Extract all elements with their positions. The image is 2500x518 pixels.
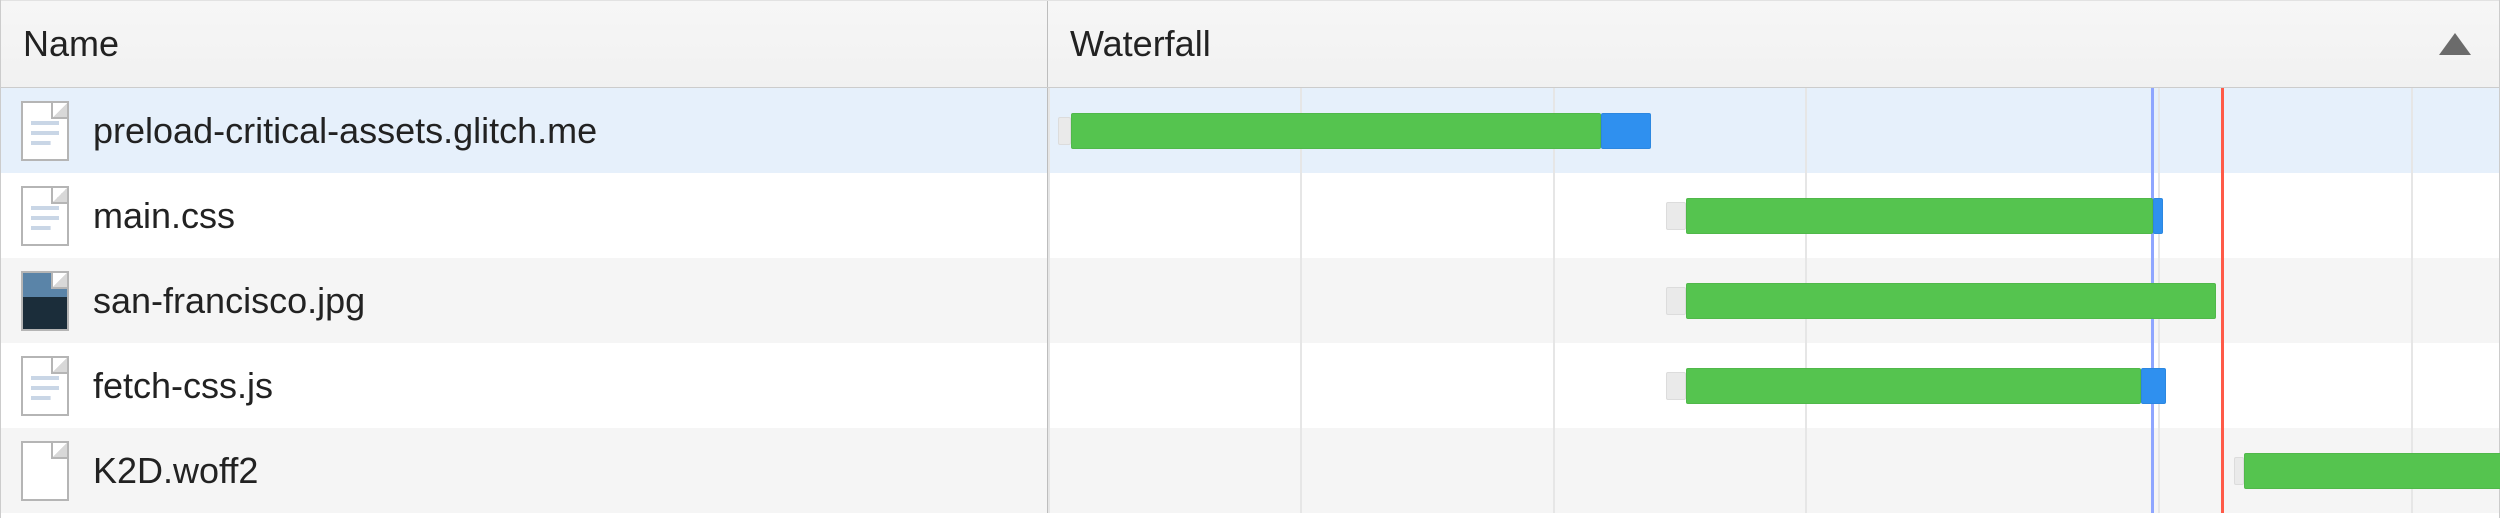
cell-name: fetch-css.js	[1, 343, 1048, 428]
timing-bar-download[interactable]	[1686, 283, 2216, 319]
request-row[interactable]: san-francisco.jpg	[1, 258, 2499, 343]
timing-bar-waiting[interactable]	[1058, 117, 1071, 145]
domcontentloaded-marker	[2151, 88, 2154, 173]
load-marker	[2221, 258, 2224, 343]
request-row[interactable]: K2D.woff2	[1, 428, 2499, 513]
gridline	[1805, 428, 1807, 513]
sort-ascending-icon	[2439, 33, 2471, 55]
gridline	[1300, 343, 1302, 428]
gridline	[1300, 258, 1302, 343]
request-name: san-francisco.jpg	[93, 280, 365, 322]
timing-bar-download[interactable]	[1686, 368, 2140, 404]
timing-bar-content[interactable]	[1601, 113, 1651, 149]
request-name: fetch-css.js	[93, 365, 273, 407]
cell-waterfall	[1048, 173, 2499, 258]
network-panel: Name Waterfall preload-critical-assets.g…	[0, 0, 2500, 518]
column-header-waterfall-label: Waterfall	[1070, 23, 1211, 65]
gridline	[2411, 258, 2413, 343]
timing-bar-download[interactable]	[1071, 113, 1601, 149]
gridline	[2411, 343, 2413, 428]
gridline	[1048, 258, 1050, 343]
timing-bar-waiting[interactable]	[1666, 287, 1686, 315]
gridline	[1553, 428, 1555, 513]
timing-bar-waiting[interactable]	[1666, 202, 1686, 230]
column-header-name[interactable]: Name	[1, 1, 1048, 87]
gridline	[1553, 258, 1555, 343]
column-header-waterfall[interactable]: Waterfall	[1048, 1, 2499, 87]
request-row[interactable]: fetch-css.js	[1, 343, 2499, 428]
cell-waterfall	[1048, 88, 2499, 173]
cell-waterfall	[1048, 258, 2499, 343]
gridline	[1048, 428, 1050, 513]
gridline	[1048, 173, 1050, 258]
cell-name: preload-critical-assets.glitch.me	[1, 88, 1048, 173]
table-header: Name Waterfall	[1, 0, 2499, 88]
request-name: main.css	[93, 195, 235, 237]
waterfall-track	[1048, 428, 2499, 513]
request-row[interactable]: main.css	[1, 173, 2499, 258]
timing-bar-download[interactable]	[2244, 453, 2500, 489]
gridline	[1048, 88, 1050, 173]
gridline	[1300, 428, 1302, 513]
request-name: K2D.woff2	[93, 450, 258, 492]
timing-bar-content[interactable]	[2141, 368, 2166, 404]
waterfall-track	[1048, 88, 2499, 173]
document-file-icon	[21, 101, 69, 161]
timing-bar-waiting[interactable]	[2234, 457, 2244, 485]
cell-name: main.css	[1, 173, 1048, 258]
timing-bar-content[interactable]	[2153, 198, 2163, 234]
waterfall-track	[1048, 343, 2499, 428]
gridline	[2411, 173, 2413, 258]
domcontentloaded-marker	[2151, 428, 2154, 513]
gridline	[1048, 343, 1050, 428]
gridline	[1805, 88, 1807, 173]
gridline	[2158, 88, 2160, 173]
gridline	[2158, 428, 2160, 513]
gridline	[1300, 173, 1302, 258]
cell-name: K2D.woff2	[1, 428, 1048, 513]
waterfall-track	[1048, 173, 2499, 258]
load-marker	[2221, 173, 2224, 258]
gridline	[1553, 343, 1555, 428]
cell-waterfall	[1048, 428, 2499, 513]
timing-bar-waiting[interactable]	[1666, 372, 1686, 400]
document-file-icon	[21, 186, 69, 246]
timing-bar-download[interactable]	[1686, 198, 2153, 234]
load-marker	[2221, 343, 2224, 428]
waterfall-track	[1048, 258, 2499, 343]
gridline	[2411, 88, 2413, 173]
gridline	[1553, 173, 1555, 258]
request-row[interactable]: preload-critical-assets.glitch.me	[1, 88, 2499, 173]
cell-waterfall	[1048, 343, 2499, 428]
request-name: preload-critical-assets.glitch.me	[93, 110, 597, 152]
load-marker	[2221, 88, 2224, 173]
file-icon	[21, 441, 69, 501]
cell-name: san-francisco.jpg	[1, 258, 1048, 343]
document-file-icon	[21, 356, 69, 416]
load-marker	[2221, 428, 2224, 513]
image-file-icon	[21, 271, 69, 331]
request-rows: preload-critical-assets.glitch.me main.cs…	[1, 88, 2499, 518]
